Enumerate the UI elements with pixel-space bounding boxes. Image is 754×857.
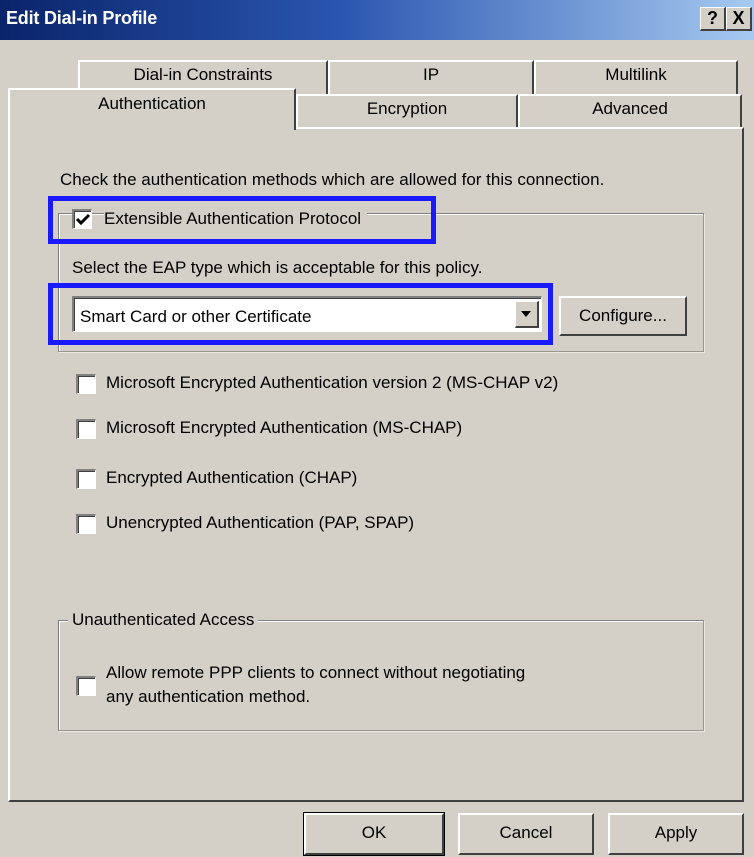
cancel-label: Cancel — [499, 823, 553, 842]
pap-spap-checkbox[interactable] — [76, 514, 96, 534]
tab-multilink[interactable]: Multilink — [534, 60, 738, 94]
mschap-checkbox[interactable] — [76, 419, 96, 439]
close-icon: X — [732, 8, 745, 28]
tab-label: Encryption — [366, 99, 448, 118]
configure-button[interactable]: Configure... — [559, 296, 687, 336]
configure-label: Configure... — [579, 306, 667, 325]
apply-button[interactable]: Apply — [608, 813, 744, 855]
title-bar: Edit Dial-in Profile ? X — [0, 0, 754, 40]
tab-authentication[interactable]: Authentication — [8, 88, 296, 130]
pap-spap-label: Unencrypted Authentication (PAP, SPAP) — [106, 513, 415, 532]
help-button[interactable]: ? — [700, 7, 726, 31]
close-button[interactable]: X — [726, 7, 752, 31]
mschap-label: Microsoft Encrypted Authentication (MS-C… — [106, 418, 463, 437]
tab-encryption[interactable]: Encryption — [296, 94, 518, 128]
window-title: Edit Dial-in Profile — [6, 8, 158, 28]
ok-label: OK — [361, 823, 387, 842]
instructions-text: Check the authentication methods which a… — [60, 170, 605, 189]
tab-label: IP — [422, 65, 440, 84]
tab-label: Advanced — [592, 99, 668, 118]
apply-label: Apply — [654, 823, 698, 842]
eap-checkbox-highlight — [48, 196, 436, 244]
eap-type-highlight — [48, 283, 553, 345]
tab-label: Multilink — [605, 65, 667, 84]
help-icon: ? — [707, 8, 718, 28]
tab-advanced[interactable]: Advanced — [518, 94, 742, 128]
mschapv2-checkbox[interactable] — [76, 374, 96, 394]
tab-label: Dial-in Constraints — [133, 65, 273, 84]
ok-button[interactable]: OK — [303, 812, 445, 856]
chap-label: Encrypted Authentication (CHAP) — [106, 468, 358, 487]
unauth-checkbox[interactable] — [76, 676, 96, 696]
mschapv2-label: Microsoft Encrypted Authentication versi… — [106, 373, 559, 392]
tab-ip[interactable]: IP — [328, 60, 534, 94]
tab-label: Authentication — [98, 94, 206, 113]
chap-checkbox[interactable] — [76, 469, 96, 489]
eap-select-prompt: Select the EAP type which is acceptable … — [72, 258, 483, 277]
unauth-line-1: Allow remote PPP clients to connect with… — [106, 663, 526, 682]
unauth-legend: Unauthenticated Access — [68, 610, 259, 630]
unauth-line-2: any authentication method. — [106, 687, 311, 706]
cancel-button[interactable]: Cancel — [458, 813, 594, 855]
